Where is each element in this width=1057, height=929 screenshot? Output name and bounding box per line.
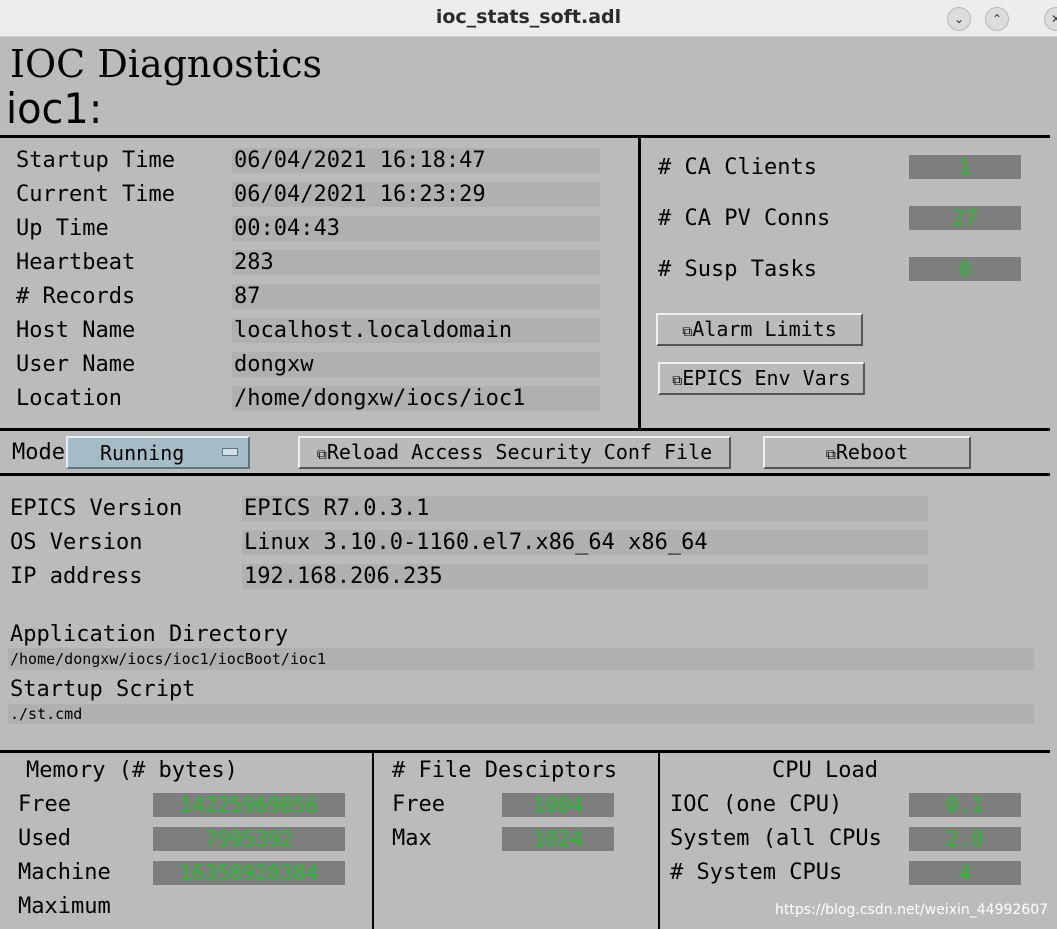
memory-free-value: 14225969056 xyxy=(153,793,345,817)
up-time-value: 00:04:43 xyxy=(232,216,600,241)
epics-env-vars-button[interactable]: ⧉EPICS Env Vars xyxy=(658,362,865,395)
os-version-value: Linux 3.10.0-1160.el7.x86_64 x86_64 xyxy=(242,530,928,555)
version-label: OS Version xyxy=(10,530,143,555)
divider xyxy=(0,428,1050,431)
fd-title: # File Desciptors xyxy=(392,758,618,783)
message-button-icon: ⧉ xyxy=(316,447,327,463)
reboot-button[interactable]: ⧉Reboot xyxy=(763,436,971,469)
menu-indicator-icon xyxy=(222,448,238,456)
related-display-icon: ⧉ xyxy=(672,373,683,389)
ca-label: # CA PV Conns xyxy=(658,206,831,231)
records-value: 87 xyxy=(232,284,600,309)
fd-label: Free xyxy=(392,792,445,817)
info-label: Current Time xyxy=(16,182,175,207)
cpu-count-value: 4 xyxy=(909,861,1021,885)
info-label: Startup Time xyxy=(16,148,175,173)
info-label: Host Name xyxy=(16,318,136,343)
startup-script-label: Startup Script xyxy=(10,677,196,702)
memory-label: Used xyxy=(18,826,71,851)
epics-version-value: EPICS R7.0.3.1 xyxy=(242,496,928,521)
mode-value: Running xyxy=(100,441,185,465)
cpu-label: IOC (one CPU) xyxy=(670,792,843,817)
info-label: Heartbeat xyxy=(16,250,136,275)
info-label: Up Time xyxy=(16,216,109,241)
ioc-name: ioc1: xyxy=(6,84,103,133)
alarm-limits-button[interactable]: ⧉Alarm Limits xyxy=(656,313,863,346)
user-name-value: dongxw xyxy=(232,352,600,377)
location-value: /home/dongxw/iocs/ioc1 xyxy=(232,386,600,411)
divider xyxy=(372,752,374,929)
info-label: Location xyxy=(16,386,122,411)
cpu-label: System (all CPUs xyxy=(670,826,882,851)
divider xyxy=(0,473,1050,476)
mode-menu[interactable]: Running xyxy=(66,436,250,469)
cpu-ioc-value: 0.1 xyxy=(909,793,1021,817)
fd-max-value: 1024 xyxy=(502,827,614,851)
memory-label: Maximum xyxy=(18,894,111,919)
ca-label: # CA Clients xyxy=(658,155,817,180)
app-dir-label: Application Directory xyxy=(10,622,289,647)
cpu-label: # System CPUs xyxy=(670,860,843,885)
startup-time-value: 06/04/2021 16:18:47 xyxy=(232,148,600,173)
version-label: EPICS Version xyxy=(10,496,183,521)
susp-tasks-value: 0 xyxy=(909,257,1021,281)
fd-label: Max xyxy=(392,826,432,851)
ip-address-value: 192.168.206.235 xyxy=(242,564,928,589)
window-title: ioc_stats_soft.adl xyxy=(435,6,622,28)
ca-clients-value: 1 xyxy=(909,155,1021,179)
memory-machine-value: 16358928384 xyxy=(153,861,345,885)
divider xyxy=(658,752,660,929)
version-label: IP address xyxy=(10,564,143,589)
memory-label: Machine xyxy=(18,860,111,885)
info-label: # Records xyxy=(16,284,136,309)
reload-access-security-button[interactable]: ⧉Reload Access Security Conf File xyxy=(298,436,731,469)
info-label: User Name xyxy=(16,352,136,377)
maximize-icon[interactable]: ⌃ xyxy=(985,7,1009,31)
related-display-icon: ⧉ xyxy=(682,324,693,340)
ca-pv-conns-value: 27 xyxy=(909,206,1021,230)
cpu-title: CPU Load xyxy=(772,758,878,783)
memory-used-value: 7995392 xyxy=(153,827,345,851)
page-title: IOC Diagnostics xyxy=(10,42,322,86)
current-time-value: 06/04/2021 16:23:29 xyxy=(232,182,600,207)
watermark: https://blog.csdn.net/weixin_44992607 xyxy=(775,902,1049,918)
host-name-value: localhost.localdomain xyxy=(232,318,600,343)
memory-title: Memory (# bytes) xyxy=(26,758,238,783)
minimize-icon[interactable]: ⌄ xyxy=(947,7,971,31)
divider xyxy=(0,135,1050,138)
window-titlebar[interactable]: ioc_stats_soft.adl ⌄ ⌃ ✕ xyxy=(0,0,1057,37)
heartbeat-value: 283 xyxy=(232,250,600,275)
ca-label: # Susp Tasks xyxy=(658,257,817,282)
divider xyxy=(0,750,1050,753)
divider xyxy=(638,137,641,429)
fd-free-value: 1004 xyxy=(502,793,614,817)
mode-label: Mode xyxy=(12,440,65,465)
memory-label: Free xyxy=(18,792,71,817)
startup-script-value: ./st.cmd xyxy=(8,704,1034,724)
app-dir-value: /home/dongxw/iocs/ioc1/iocBoot/ioc1 xyxy=(8,648,1034,670)
message-button-icon: ⧉ xyxy=(825,447,836,463)
cpu-system-value: 2.0 xyxy=(909,827,1021,851)
